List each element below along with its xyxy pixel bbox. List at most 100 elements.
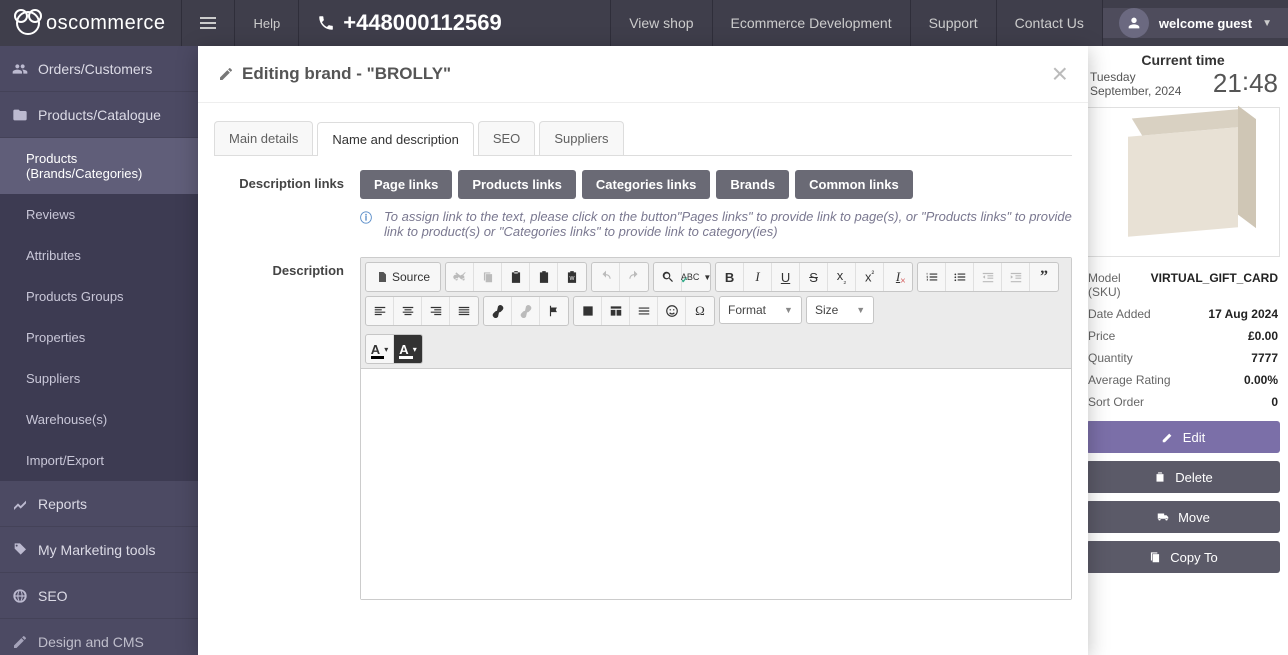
sidebar-sub-reviews[interactable]: Reviews (0, 194, 198, 235)
users-icon (12, 61, 28, 77)
source-button[interactable]: Source (366, 263, 440, 291)
sidebar-item-products-catalogue[interactable]: Products/Catalogue (0, 92, 198, 138)
format-select[interactable]: Format ▼ (719, 296, 802, 324)
sidebar-sub-properties[interactable]: Properties (0, 317, 198, 358)
link-icon (491, 304, 505, 318)
logo-icon (16, 11, 40, 35)
paste-text-button[interactable] (530, 263, 558, 291)
indent-button[interactable] (1002, 263, 1030, 291)
blockquote-button[interactable]: ” (1030, 263, 1058, 291)
copy-icon (1148, 550, 1162, 564)
horizontal-rule-button[interactable] (630, 297, 658, 325)
spellcheck-button[interactable]: ABC✔▼ (682, 263, 710, 291)
common-links-button[interactable]: Common links (795, 170, 913, 199)
sidebar-item-seo[interactable]: SEO (0, 573, 198, 619)
tab-seo[interactable]: SEO (478, 121, 535, 155)
align-justify-button[interactable] (450, 297, 478, 325)
caret-down-icon: ▾ (413, 345, 417, 354)
paste-button[interactable] (502, 263, 530, 291)
sidebar-sub-warehouses[interactable]: Warehouse(s) (0, 399, 198, 440)
remove-format-button[interactable]: I× (884, 263, 912, 291)
tab-main-details[interactable]: Main details (214, 121, 313, 155)
undo-button[interactable] (592, 263, 620, 291)
ul-icon (953, 270, 967, 284)
nav-contact-us[interactable]: Contact Us (997, 0, 1102, 46)
delete-button[interactable]: Delete (1086, 461, 1280, 493)
sidebar-sub-products-groups[interactable]: Products Groups (0, 276, 198, 317)
globe-icon (12, 588, 28, 604)
modal-tabs: Main details Name and description SEO Su… (214, 121, 1072, 156)
cut-button[interactable] (446, 263, 474, 291)
sidebar-submenu: Products (Brands/Categories) Reviews Att… (0, 138, 198, 481)
smiley-button[interactable] (658, 297, 686, 325)
bold-button[interactable]: B (716, 263, 744, 291)
paste-word-button[interactable]: W (558, 263, 586, 291)
user-avatar-icon (1119, 8, 1149, 38)
move-button[interactable]: Move (1086, 501, 1280, 533)
align-right-button[interactable] (422, 297, 450, 325)
logo[interactable]: oscommerce (0, 11, 181, 35)
user-menu[interactable]: welcome guest ▼ (1103, 8, 1288, 38)
nav-view-shop[interactable]: View shop (611, 0, 711, 46)
menu-toggle-button[interactable] (182, 0, 234, 46)
pencil-icon (1161, 430, 1175, 444)
bg-color-button[interactable]: A ▾ (394, 335, 422, 363)
unlink-button[interactable] (512, 297, 540, 325)
edit-button[interactable]: Edit (1086, 421, 1280, 453)
superscript-button[interactable]: x² (856, 263, 884, 291)
align-left-button[interactable] (366, 297, 394, 325)
current-time-heading: Current time (1086, 52, 1280, 68)
tab-suppliers[interactable]: Suppliers (539, 121, 623, 155)
numbered-list-button[interactable] (918, 263, 946, 291)
nav-support[interactable]: Support (911, 0, 996, 46)
sidebar-item-design-cms[interactable]: Design and CMS (0, 619, 198, 655)
sidebar-item-marketing[interactable]: My Marketing tools (0, 527, 198, 573)
brands-button[interactable]: Brands (716, 170, 789, 199)
outdent-icon (981, 270, 995, 284)
size-select[interactable]: Size ▼ (806, 296, 874, 324)
sidebar-sub-suppliers[interactable]: Suppliers (0, 358, 198, 399)
redo-button[interactable] (620, 263, 648, 291)
move-button-label: Move (1178, 510, 1210, 525)
chart-icon (12, 496, 28, 512)
description-label: Description (214, 257, 344, 278)
text-color-button[interactable]: A ▾ (366, 335, 394, 363)
sidebar-sub-attributes[interactable]: Attributes (0, 235, 198, 276)
sidebar-item-reports[interactable]: Reports (0, 481, 198, 527)
copy-button[interactable] (474, 263, 502, 291)
copy-to-button[interactable]: Copy To (1086, 541, 1280, 573)
sidebar-item-label: Reports (38, 496, 87, 512)
modal-close-button[interactable]: × (1052, 60, 1068, 88)
svg-text:W: W (570, 276, 575, 282)
paste-word-icon: W (565, 270, 579, 284)
align-center-button[interactable] (394, 297, 422, 325)
nav-ecommerce-dev[interactable]: Ecommerce Development (713, 0, 910, 46)
products-links-button[interactable]: Products links (458, 170, 576, 199)
outdent-button[interactable] (974, 263, 1002, 291)
categories-links-button[interactable]: Categories links (582, 170, 710, 199)
sidebar-sub-import-export[interactable]: Import/Export (0, 440, 198, 481)
phone-number[interactable]: +448000112569 (299, 0, 519, 46)
current-clock: 21:48 (1213, 68, 1278, 99)
description-textarea[interactable] (361, 369, 1071, 599)
table-button[interactable] (602, 297, 630, 325)
underline-button[interactable]: U (772, 263, 800, 291)
bulleted-list-button[interactable] (946, 263, 974, 291)
sidebar-item-label: SEO (38, 588, 68, 604)
special-char-button[interactable]: Ω (686, 297, 714, 325)
find-button[interactable] (654, 263, 682, 291)
links-hint-text: To assign link to the text, please click… (384, 209, 1072, 239)
anchor-button[interactable] (540, 297, 568, 325)
page-links-button[interactable]: Page links (360, 170, 452, 199)
sidebar-sub-products-brands[interactable]: Products (Brands/Categories) (0, 138, 198, 194)
strike-button[interactable]: S (800, 263, 828, 291)
italic-button[interactable]: I (744, 263, 772, 291)
sidebar-item-orders-customers[interactable]: Orders/Customers (0, 46, 198, 92)
image-button[interactable] (574, 297, 602, 325)
help-link[interactable]: Help (235, 0, 298, 46)
tab-name-description[interactable]: Name and description (317, 122, 473, 156)
subscript-button[interactable]: x₂ (828, 263, 856, 291)
align-left-icon (373, 304, 387, 318)
flag-icon (547, 304, 561, 318)
link-button[interactable] (484, 297, 512, 325)
